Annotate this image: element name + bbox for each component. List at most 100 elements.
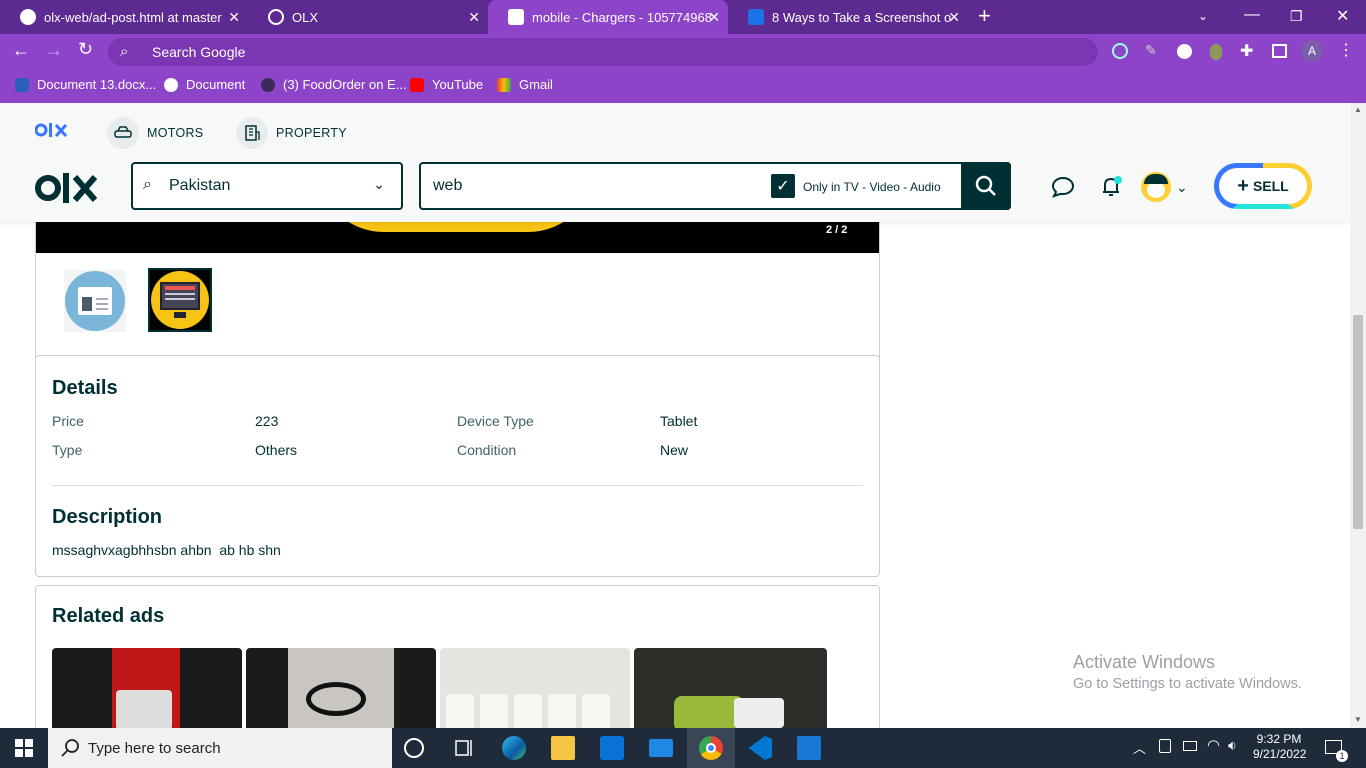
tab-github[interactable]: olx-web/ad-post.html at master · ✕	[0, 0, 248, 34]
chrome-taskbar-button[interactable]	[687, 728, 735, 768]
details-heading: Details	[52, 377, 118, 399]
thumbnail-browser[interactable]	[64, 270, 126, 332]
photos-icon[interactable]	[797, 736, 821, 760]
window-close-icon[interactable]: ✕	[1336, 6, 1349, 26]
related-ads-card: Related ads	[35, 585, 880, 728]
building-icon	[236, 117, 268, 149]
minimize-icon[interactable]: —	[1244, 6, 1260, 24]
tab-screenshot-article[interactable]: 8 Ways to Take a Screenshot on W ✕	[728, 0, 968, 34]
battery-icon[interactable]	[1183, 741, 1197, 751]
profile-avatar[interactable]: A	[1301, 40, 1323, 62]
olx-favicon-icon	[508, 9, 524, 25]
category-label: PROPERTY	[276, 126, 347, 140]
page-scrollbar[interactable]: ▲ ▼	[1350, 103, 1366, 728]
tab-olx[interactable]: OLX ✕	[248, 0, 488, 34]
tab-close-icon[interactable]: ✕	[228, 9, 240, 26]
omnibox[interactable]: ⌕ Search Google	[108, 38, 1098, 66]
details-card: Details Price 223 Type Others Device Typ…	[35, 355, 880, 577]
tab-close-icon[interactable]: ✕	[708, 9, 720, 26]
related-ads-heading: Related ads	[52, 605, 165, 627]
tab-title: mobile - Chargers - 1057749687	[532, 9, 712, 25]
bookmark-youtube[interactable]: YouTube	[410, 77, 483, 92]
bookmark-document-13[interactable]: Document 13.docx...	[15, 77, 156, 92]
forward-icon[interactable]: →	[45, 40, 63, 61]
tab-close-icon[interactable]: ✕	[948, 9, 960, 26]
bookmark-label: YouTube	[432, 77, 484, 92]
extension-icon[interactable]	[1177, 44, 1192, 59]
clock-date: 9/21/2022	[1253, 747, 1307, 761]
detail-value-device-type: Tablet	[660, 413, 698, 429]
meet-now-icon[interactable]	[1159, 739, 1171, 753]
olx-logo[interactable]	[35, 172, 97, 204]
extension-icon[interactable]	[1210, 44, 1222, 60]
bookmark-label: (3) FoodOrder on E...	[283, 77, 407, 92]
clock-time: 9:32 PM	[1256, 732, 1302, 746]
bookmark-label: Document 13.docx...	[37, 77, 157, 92]
category-motors[interactable]: MOTORS	[107, 117, 203, 149]
scroll-down-icon[interactable]: ▼	[1354, 715, 1362, 724]
microsoft-store-icon[interactable]	[600, 736, 624, 760]
menu-dots-icon[interactable]: ⋮	[1338, 40, 1354, 60]
side-panel-icon[interactable]	[1272, 44, 1287, 58]
category-property[interactable]: PROPERTY	[236, 117, 347, 149]
sell-button[interactable]: + SELL	[1214, 163, 1312, 209]
detail-label-device-type: Device Type	[457, 413, 534, 429]
taskbar-search[interactable]: Type here to search	[48, 728, 392, 768]
windows-taskbar: Type here to search ︿ ◠ 🔉︎ 9:32 PM 9/21/…	[0, 728, 1366, 768]
mail-icon[interactable]	[649, 739, 673, 757]
tab-search-chevron-icon[interactable]: ⌄	[1198, 9, 1208, 23]
restore-icon[interactable]: ❐	[1290, 8, 1303, 25]
wifi-icon[interactable]: ◠	[1207, 736, 1220, 754]
search-icon: ⌕	[143, 176, 152, 193]
notification-count-badge: 1	[1336, 750, 1348, 762]
scrollbar-thumb[interactable]	[1353, 315, 1363, 529]
search-button[interactable]	[961, 162, 1011, 210]
back-icon[interactable]: ←	[12, 40, 30, 61]
omnibox-placeholder: Search Google	[152, 44, 246, 60]
activate-windows-subtitle: Go to Settings to activate Windows.	[1073, 676, 1302, 692]
chevron-down-icon[interactable]: ⌄	[1176, 179, 1188, 196]
tab-title: olx-web/ad-post.html at master ·	[44, 9, 224, 25]
thumbnail-monitor[interactable]	[148, 268, 212, 332]
cortana-icon[interactable]	[404, 738, 424, 758]
bookmark-foodorder[interactable]: (3) FoodOrder on E...	[261, 77, 407, 92]
eyedropper-icon[interactable]: ✎	[1145, 42, 1157, 59]
detail-label-type: Type	[52, 442, 83, 458]
notification-bell-icon[interactable]	[1099, 174, 1125, 200]
browser-tab-bar: olx-web/ad-post.html at master · ✕ OLX ✕…	[0, 0, 1366, 34]
user-avatar[interactable]	[1141, 172, 1171, 202]
filter-checkbox[interactable]: ✓	[771, 174, 795, 198]
youtube-icon	[410, 77, 424, 92]
related-ad-3[interactable]	[440, 648, 630, 728]
clock[interactable]: 9:32 PM 9/21/2022	[1253, 732, 1307, 762]
tab-close-icon[interactable]: ✕	[468, 9, 480, 26]
search-input[interactable]: web	[433, 177, 462, 195]
chevron-down-icon: ⌄	[373, 176, 385, 192]
scroll-up-icon[interactable]: ▲	[1354, 105, 1362, 114]
bookmark-gmail[interactable]: Gmail	[497, 77, 553, 92]
chat-icon[interactable]	[1051, 176, 1075, 198]
task-view-icon[interactable]	[453, 736, 477, 760]
edge-icon[interactable]	[502, 736, 526, 760]
volume-icon[interactable]: 🔉︎	[1228, 737, 1237, 754]
reload-icon[interactable]: ↻	[78, 39, 93, 60]
bookmark-label: Document	[186, 77, 246, 92]
bookmark-document[interactable]: Document	[164, 77, 245, 92]
related-ad-2[interactable]	[246, 648, 436, 728]
vscode-icon[interactable]	[748, 736, 772, 760]
windows-start-icon[interactable]	[15, 739, 33, 757]
file-explorer-icon[interactable]	[551, 736, 575, 760]
detail-label-condition: Condition	[457, 442, 517, 458]
tab-title: OLX	[292, 9, 319, 25]
related-ad-1[interactable]	[52, 648, 242, 728]
taskbar-search-placeholder: Type here to search	[88, 739, 221, 757]
tab-olx-chargers[interactable]: mobile - Chargers - 1057749687 ✕	[488, 0, 728, 34]
new-tab-icon[interactable]: +	[978, 3, 991, 29]
react-devtools-icon[interactable]	[1112, 43, 1128, 59]
location-selector[interactable]: ⌕ Pakistan ⌄	[131, 162, 403, 210]
puzzle-icon[interactable]: ✚	[1240, 41, 1253, 61]
related-ad-4[interactable]	[634, 648, 827, 728]
description-text: mssaghvxagbhhsbn ahbn ab hb shn	[52, 542, 281, 558]
olx-small-logo[interactable]	[35, 122, 69, 138]
chevron-up-icon[interactable]: ︿	[1133, 738, 1146, 757]
